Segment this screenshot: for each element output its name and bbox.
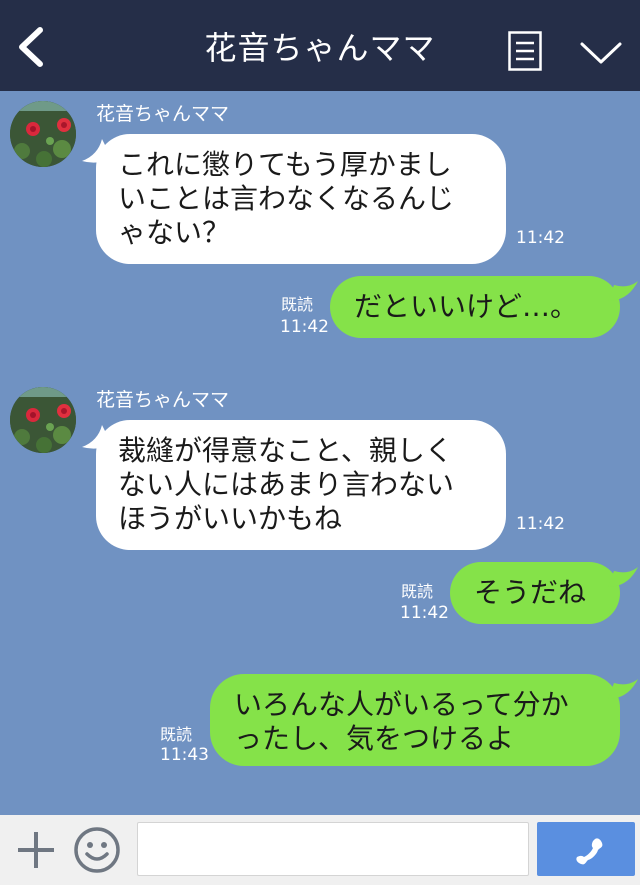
chevron-left-icon[interactable] — [12, 22, 52, 72]
sender-name: 花音ちゃんママ — [96, 389, 230, 411]
message-text: だといいけど…。 — [354, 290, 579, 323]
message-text: これに懲りてもう厚かまし — [118, 148, 452, 181]
message-bubble[interactable]: だといいけど…。 — [330, 276, 620, 338]
message-time: 11:42 — [516, 514, 565, 534]
chat-title: 花音ちゃんママ — [204, 29, 436, 67]
read-receipt: 既読 — [160, 725, 193, 744]
list-icon[interactable] — [508, 31, 542, 71]
sender-name: 花音ちゃんママ — [96, 103, 230, 125]
message-bubble[interactable]: これに懲りてもう厚かまし いことは言わなくなるんじ ゃない？ — [96, 134, 506, 264]
message-text: ない人にはあまり言わない — [118, 468, 455, 501]
message-text: 裁縫が得意なこと、親しく — [118, 434, 453, 467]
message-text: そうだね — [474, 576, 587, 609]
phone-icon — [576, 838, 603, 865]
bubble-tail — [608, 281, 638, 301]
call-button[interactable] — [537, 822, 635, 876]
message-text: ったし、気をつけるよ — [234, 722, 515, 755]
message-text: いことは言わなくなるんじ — [118, 182, 455, 215]
message-bubble[interactable]: いろんな人がいるって分か ったし、気をつけるよ — [210, 674, 620, 766]
chevron-down-icon[interactable] — [578, 34, 624, 68]
smiley-icon[interactable] — [72, 825, 122, 875]
message-time: 11:42 — [516, 228, 565, 248]
message-input[interactable] — [137, 822, 529, 876]
message-time: 11:43 — [160, 745, 209, 765]
bubble-tail — [608, 567, 638, 587]
message-text: いろんな人がいるって分か — [234, 688, 569, 721]
plus-icon[interactable] — [14, 828, 58, 872]
message-bubble[interactable]: そうだね — [450, 562, 620, 624]
message-time: 11:42 — [400, 603, 449, 623]
message-bubble[interactable]: 裁縫が得意なこと、親しく ない人にはあまり言わない ほうがいいかもね — [96, 420, 506, 550]
read-receipt: 既読 — [401, 582, 434, 601]
bubble-tail — [608, 679, 638, 699]
message-text: ほうがいいかもね — [118, 502, 343, 535]
avatar[interactable] — [10, 387, 76, 453]
message-text: ゃない？ — [118, 216, 231, 249]
avatar[interactable] — [10, 101, 76, 167]
message-list[interactable]: 花音ちゃんママ これに懲りてもう厚かまし いことは言わなくなるんじ ゃない？ 1… — [0, 91, 640, 815]
chat-header: 花音ちゃんママ — [0, 0, 640, 91]
read-receipt: 既読 — [281, 295, 314, 314]
message-time: 11:42 — [280, 317, 329, 337]
